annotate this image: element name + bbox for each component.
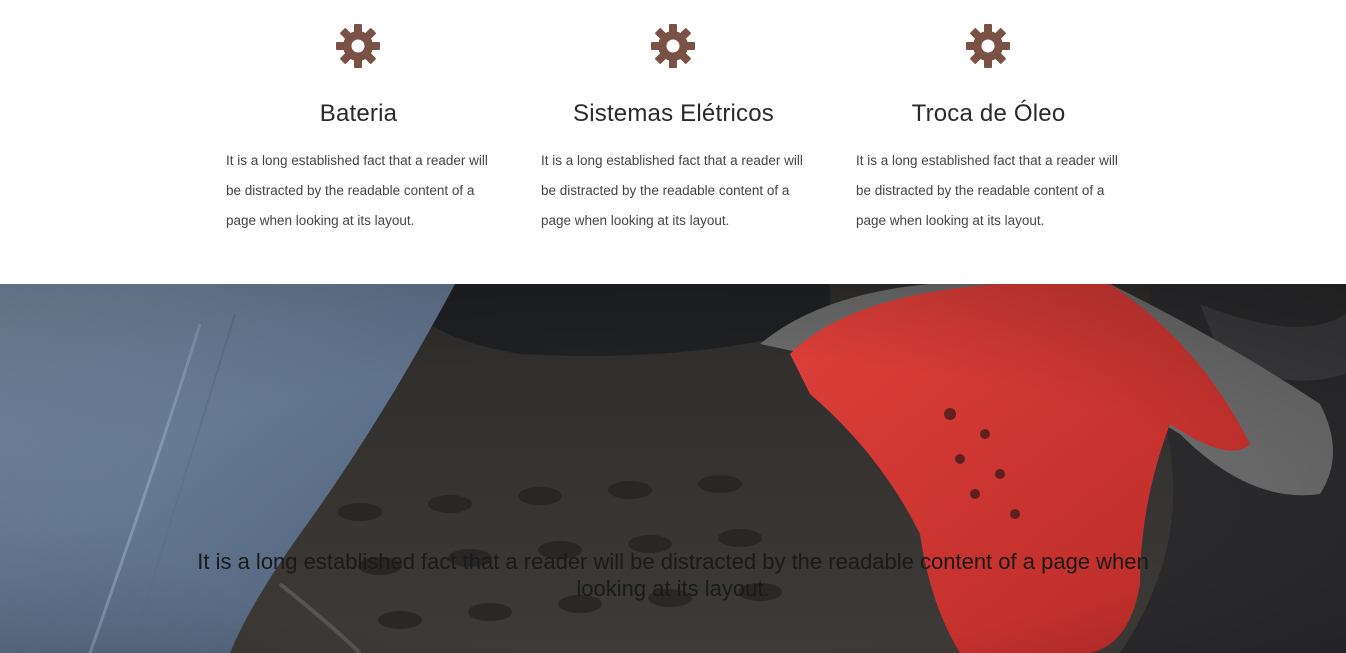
services-section: Bateria It is a long established fact th…: [0, 0, 1346, 284]
service-title: Bateria: [319, 100, 398, 127]
hero-banner: It is a long established fact that a rea…: [0, 284, 1346, 653]
hero-caption: It is a long established fact that a rea…: [197, 549, 1149, 601]
service-title: Troca de Óleo: [911, 100, 1066, 127]
service-description: It is a long established fact that a rea…: [856, 153, 1118, 228]
service-title: Sistemas Elétricos: [573, 100, 774, 127]
service-description: It is a long established fact that a rea…: [541, 153, 803, 228]
gear-icon: [966, 24, 1010, 68]
service-description: It is a long established fact that a rea…: [226, 153, 488, 228]
gear-icon: [651, 24, 695, 68]
gear-icon: [336, 24, 380, 68]
